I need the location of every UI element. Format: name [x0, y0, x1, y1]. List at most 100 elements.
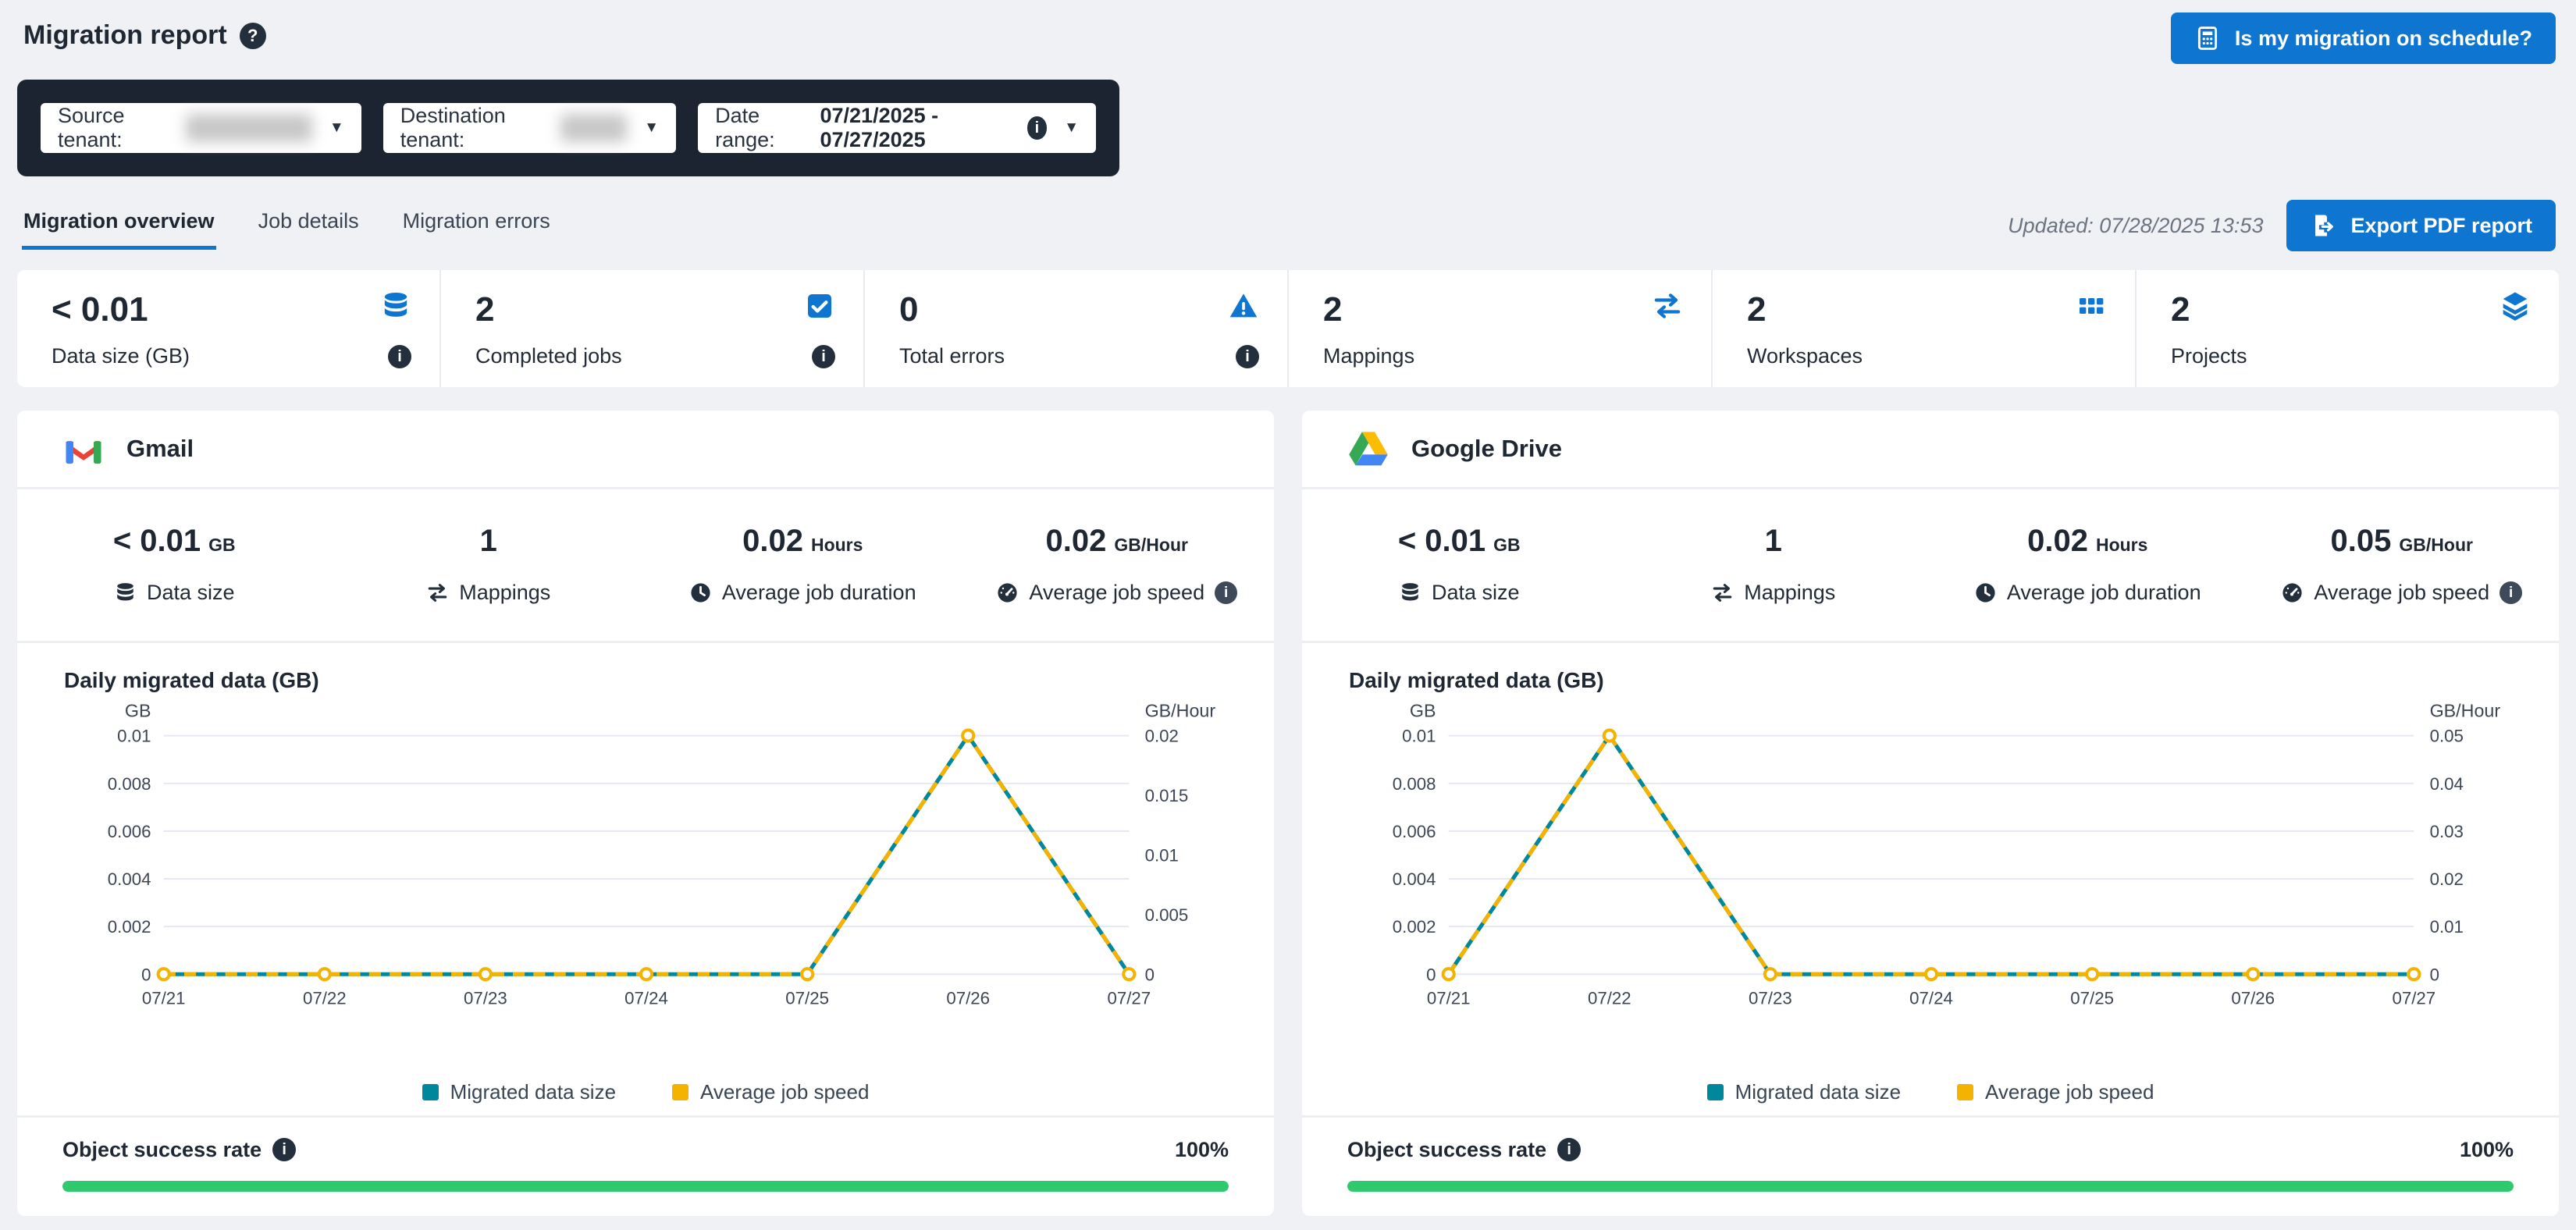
- info-icon[interactable]: i: [812, 345, 835, 368]
- summary-value: 2: [1747, 290, 1863, 329]
- source-tenant-value-redacted: [186, 114, 312, 142]
- success-rate-value: 100%: [1175, 1138, 1229, 1162]
- tab-job-details[interactable]: Job details: [257, 201, 361, 250]
- stat-label: Average job duration: [689, 581, 916, 605]
- info-icon[interactable]: i: [388, 345, 411, 368]
- drive-logo: [1347, 428, 1389, 470]
- card-stat-average-job-speed: 0.05GB/HourAverage job speedi: [2245, 524, 2560, 605]
- legend-item-migrated-data-size: Migrated data size: [1707, 1080, 1901, 1104]
- svg-text:0.03: 0.03: [2430, 822, 2464, 841]
- svg-text:0: 0: [1426, 965, 1436, 984]
- info-icon[interactable]: i: [1557, 1138, 1581, 1161]
- success-rate-label: Object success rate i: [1347, 1138, 1581, 1162]
- svg-text:0.02: 0.02: [2430, 869, 2464, 889]
- summary-value: 2: [2171, 290, 2247, 329]
- tabs-right: Updated: 07/28/2025 13:53 Export PDF rep…: [2008, 200, 2556, 251]
- summary-strip: < 0.01Data size (GB)i2Completed jobsi0To…: [17, 270, 2559, 387]
- chart-legend: Migrated data sizeAverage job speed: [1338, 1080, 2523, 1104]
- card-stat-mappings: 1 Mappings: [1617, 524, 1931, 605]
- chart-title: Daily migrated data (GB): [64, 668, 1238, 693]
- card-stat-mappings: 1Mappings: [332, 524, 646, 605]
- tabs-row: Migration overview Job details Migration e…: [22, 200, 2556, 251]
- top-bar: Migration report ? Is my migration on sc…: [0, 0, 2576, 64]
- layers-icon: [2500, 290, 2531, 322]
- tab-migration-overview[interactable]: Migration overview: [22, 201, 216, 250]
- date-range-dropdown[interactable]: Date range: 07/21/2025 - 07/27/2025 i ▼: [698, 103, 1096, 153]
- info-icon[interactable]: i: [2500, 581, 2522, 604]
- tabs: Migration overview Job details Migration e…: [22, 201, 552, 250]
- schedule-check-button[interactable]: Is my migration on schedule?: [2171, 12, 2556, 64]
- svg-text:0.006: 0.006: [108, 822, 151, 841]
- legend-swatch: [1957, 1084, 1973, 1100]
- source-tenant-dropdown[interactable]: Source tenant: ▼: [41, 103, 361, 153]
- svg-text:0.006: 0.006: [1393, 822, 1436, 841]
- svg-text:0.02: 0.02: [1145, 727, 1179, 746]
- daily-migrated-data-chart: GBGB/Hour0.010.0080.0060.0040.00200.050.…: [1338, 696, 2523, 1080]
- stat-value: 1: [1765, 524, 1782, 559]
- info-icon[interactable]: i: [1215, 581, 1237, 604]
- destination-tenant-value-redacted: [560, 114, 627, 142]
- chevron-down-icon: ▼: [329, 119, 344, 137]
- schedule-check-label: Is my migration on schedule?: [2235, 27, 2532, 51]
- summary-item-mappings: 2Mappings: [1287, 270, 1711, 387]
- svg-text:07/23: 07/23: [1749, 989, 1792, 1008]
- svg-text:GB: GB: [125, 700, 151, 720]
- svg-text:0.002: 0.002: [1393, 917, 1436, 937]
- svg-text:GB: GB: [1410, 700, 1436, 720]
- legend-swatch: [1707, 1084, 1724, 1100]
- svg-text:0.005: 0.005: [1145, 905, 1189, 925]
- card-title: Gmail: [126, 435, 194, 463]
- destination-tenant-dropdown[interactable]: Destination tenant: ▼: [383, 103, 676, 153]
- page-title-text: Migration report: [23, 20, 227, 51]
- tab-migration-errors[interactable]: Migration errors: [401, 201, 552, 250]
- svg-text:07/21: 07/21: [142, 989, 186, 1008]
- date-range-label: Date range:: [715, 104, 809, 152]
- gmail-logo: [62, 428, 105, 470]
- chart-section: Daily migrated data (GB)GBGB/Hour0.010.0…: [1302, 641, 2559, 1115]
- summary-item-total-errors: 0 Total errors i: [863, 270, 1287, 387]
- svg-text:0.002: 0.002: [108, 917, 151, 937]
- success-rate-value: 100%: [2460, 1138, 2514, 1162]
- svg-text:0.01: 0.01: [1145, 846, 1179, 866]
- svg-text:GB/Hour: GB/Hour: [1145, 700, 1216, 720]
- stat-label: Average job speedi: [996, 581, 1237, 605]
- chevron-down-icon: ▼: [1064, 119, 1079, 137]
- stat-label: Mappings: [426, 581, 550, 605]
- summary-label: Data size (GB): [52, 344, 190, 368]
- clock-icon: [1974, 581, 1997, 604]
- success-rate-section: Object success rate i 100%: [1302, 1115, 2559, 1216]
- svg-text:0.008: 0.008: [1393, 774, 1436, 794]
- summary-label: Total errors: [899, 344, 1005, 368]
- calculator-icon: [2194, 25, 2221, 52]
- svg-text:0: 0: [1145, 965, 1155, 984]
- svg-text:0.015: 0.015: [1145, 786, 1189, 805]
- card-google-drive: Google Drive< 0.01GBData size1Mappings0.…: [1302, 411, 2559, 1216]
- source-tenant-label: Source tenant:: [58, 104, 175, 152]
- stat-label: Mappings: [1711, 581, 1835, 605]
- legend-swatch: [422, 1084, 439, 1100]
- summary-label: Workspaces: [1747, 344, 1863, 368]
- summary-label: Projects: [2171, 344, 2247, 368]
- database-icon: [1399, 581, 1421, 604]
- daily-migrated-data-chart: GBGB/Hour0.010.0080.0060.0040.00200.020.…: [53, 696, 1238, 1080]
- stat-value: 0.02GB/Hour: [1046, 524, 1188, 559]
- info-icon[interactable]: i: [272, 1138, 296, 1161]
- export-icon: [2310, 212, 2336, 239]
- info-icon[interactable]: i: [1236, 345, 1259, 368]
- summary-value: 0: [899, 290, 1005, 329]
- info-icon[interactable]: i: [1027, 116, 1048, 140]
- service-cards: Gmail< 0.01GBData size1Mappings0.02Hours…: [17, 411, 2559, 1216]
- svg-text:GB/Hour: GB/Hour: [2430, 700, 2501, 720]
- mappings-icon: [426, 581, 449, 604]
- stat-label: Average job duration: [1974, 581, 2201, 605]
- warning-icon: [1228, 290, 1259, 322]
- card-stat-average-job-duration: 0.02HoursAverage job duration: [646, 524, 960, 605]
- svg-text:0.004: 0.004: [1393, 869, 1436, 889]
- svg-text:07/22: 07/22: [1588, 989, 1631, 1008]
- svg-text:07/24: 07/24: [1909, 989, 1953, 1008]
- mappings-icon: [1652, 290, 1683, 322]
- summary-value: < 0.01: [52, 290, 190, 329]
- export-pdf-button[interactable]: Export PDF report: [2286, 200, 2556, 251]
- help-icon[interactable]: ?: [240, 23, 266, 49]
- legend-item-migrated-data-size: Migrated data size: [422, 1080, 616, 1104]
